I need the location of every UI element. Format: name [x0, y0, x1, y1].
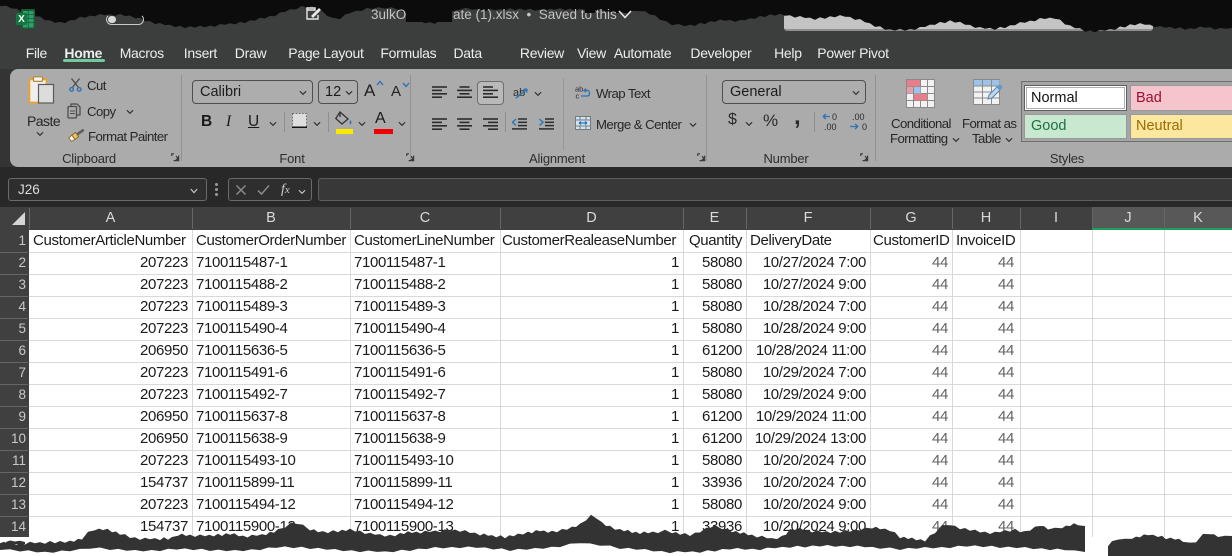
svg-text:.00: .00	[852, 112, 865, 122]
svg-text:0: 0	[832, 112, 837, 122]
svg-text:c: c	[576, 92, 580, 100]
svg-text:0: 0	[862, 122, 867, 131]
svg-text:.00: .00	[824, 122, 837, 131]
svg-text:X: X	[18, 14, 25, 25]
